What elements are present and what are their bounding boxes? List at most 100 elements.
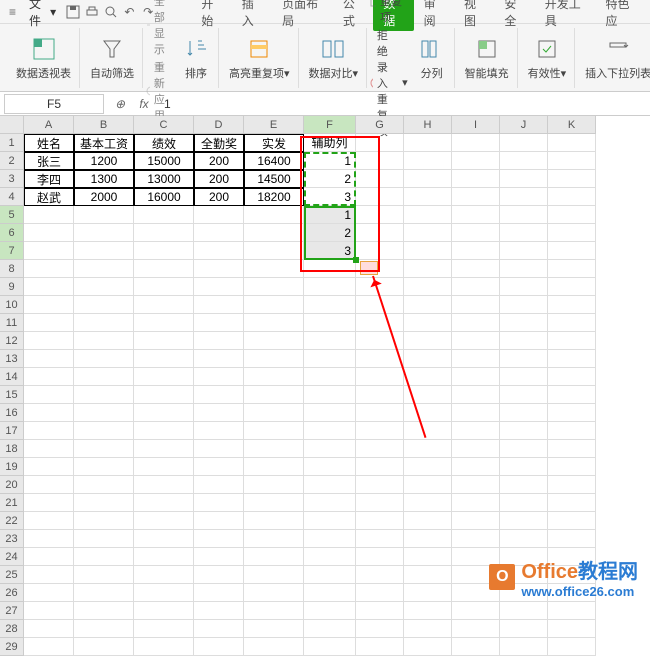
cell-G26[interactable]: [356, 584, 404, 602]
cell-H23[interactable]: [404, 530, 452, 548]
col-header-B[interactable]: B: [74, 116, 134, 134]
cell-G14[interactable]: [356, 368, 404, 386]
row-header-11[interactable]: 11: [0, 314, 24, 332]
cell-B13[interactable]: [74, 350, 134, 368]
cell-B17[interactable]: [74, 422, 134, 440]
row-header-6[interactable]: 6: [0, 224, 24, 242]
cell-J8[interactable]: [500, 260, 548, 278]
cell-D4[interactable]: 200: [194, 188, 244, 206]
cell-K13[interactable]: [548, 350, 596, 368]
cell-J13[interactable]: [500, 350, 548, 368]
tab-review[interactable]: 审阅: [414, 0, 454, 31]
ribbon-validation[interactable]: 有效性▾: [520, 28, 576, 88]
cell-B2[interactable]: 1200: [74, 152, 134, 170]
cell-C4[interactable]: 16000: [134, 188, 194, 206]
cell-A18[interactable]: [24, 440, 74, 458]
cell-D17[interactable]: [194, 422, 244, 440]
cell-K17[interactable]: [548, 422, 596, 440]
row-header-5[interactable]: 5: [0, 206, 24, 224]
cell-B22[interactable]: [74, 512, 134, 530]
cell-D26[interactable]: [194, 584, 244, 602]
cell-C9[interactable]: [134, 278, 194, 296]
cell-H17[interactable]: [404, 422, 452, 440]
cell-E13[interactable]: [244, 350, 304, 368]
cell-F6[interactable]: 2: [304, 224, 356, 242]
cell-A6[interactable]: [24, 224, 74, 242]
cell-H25[interactable]: [404, 566, 452, 584]
cell-K15[interactable]: [548, 386, 596, 404]
cell-K2[interactable]: [548, 152, 596, 170]
cell-F11[interactable]: [304, 314, 356, 332]
name-box[interactable]: F5: [4, 94, 104, 114]
cell-B6[interactable]: [74, 224, 134, 242]
cell-K10[interactable]: [548, 296, 596, 314]
cell-C22[interactable]: [134, 512, 194, 530]
cell-I8[interactable]: [452, 260, 500, 278]
cell-D15[interactable]: [194, 386, 244, 404]
cell-C10[interactable]: [134, 296, 194, 314]
cell-J5[interactable]: [500, 206, 548, 224]
cell-D3[interactable]: 200: [194, 170, 244, 188]
cell-I12[interactable]: [452, 332, 500, 350]
cell-I10[interactable]: [452, 296, 500, 314]
row-header-7[interactable]: 7: [0, 242, 24, 260]
cell-A15[interactable]: [24, 386, 74, 404]
cell-F25[interactable]: [304, 566, 356, 584]
cell-I11[interactable]: [452, 314, 500, 332]
cell-A2[interactable]: 张三: [24, 152, 74, 170]
cell-E15[interactable]: [244, 386, 304, 404]
cell-I20[interactable]: [452, 476, 500, 494]
cell-E17[interactable]: [244, 422, 304, 440]
cell-G2[interactable]: [356, 152, 404, 170]
cell-B11[interactable]: [74, 314, 134, 332]
cell-A7[interactable]: [24, 242, 74, 260]
cell-I28[interactable]: [452, 620, 500, 638]
cell-I29[interactable]: [452, 638, 500, 656]
cell-C20[interactable]: [134, 476, 194, 494]
tab-layout[interactable]: 页面布局: [272, 0, 333, 31]
tab-security[interactable]: 安全: [494, 0, 534, 31]
ribbon-pivot[interactable]: 数据透视表: [8, 28, 80, 88]
save-icon[interactable]: [64, 2, 83, 22]
cell-D16[interactable]: [194, 404, 244, 422]
cell-I27[interactable]: [452, 602, 500, 620]
cell-B15[interactable]: [74, 386, 134, 404]
ribbon-sort[interactable]: 排序: [174, 28, 219, 88]
cell-C18[interactable]: [134, 440, 194, 458]
cell-E27[interactable]: [244, 602, 304, 620]
cell-G17[interactable]: [356, 422, 404, 440]
col-header-J[interactable]: J: [500, 116, 548, 134]
cell-G22[interactable]: [356, 512, 404, 530]
cell-E10[interactable]: [244, 296, 304, 314]
cell-D22[interactable]: [194, 512, 244, 530]
cell-C3[interactable]: 13000: [134, 170, 194, 188]
cell-D9[interactable]: [194, 278, 244, 296]
cell-C24[interactable]: [134, 548, 194, 566]
cell-H1[interactable]: [404, 134, 452, 152]
cell-F4[interactable]: 3: [304, 188, 356, 206]
cell-C1[interactable]: 绩效: [134, 134, 194, 152]
cell-H10[interactable]: [404, 296, 452, 314]
cell-B26[interactable]: [74, 584, 134, 602]
cell-F13[interactable]: [304, 350, 356, 368]
cell-D20[interactable]: [194, 476, 244, 494]
cell-F27[interactable]: [304, 602, 356, 620]
cell-D21[interactable]: [194, 494, 244, 512]
cell-G18[interactable]: [356, 440, 404, 458]
col-header-I[interactable]: I: [452, 116, 500, 134]
cell-D7[interactable]: [194, 242, 244, 260]
cell-H2[interactable]: [404, 152, 452, 170]
cell-F9[interactable]: [304, 278, 356, 296]
cell-J20[interactable]: [500, 476, 548, 494]
tab-start[interactable]: 开始: [191, 0, 231, 31]
cell-G25[interactable]: [356, 566, 404, 584]
cell-K12[interactable]: [548, 332, 596, 350]
cell-K28[interactable]: [548, 620, 596, 638]
row-header-17[interactable]: 17: [0, 422, 24, 440]
cell-C28[interactable]: [134, 620, 194, 638]
row-header-8[interactable]: 8: [0, 260, 24, 278]
ribbon-highlight[interactable]: 高亮重复项▾: [221, 28, 299, 88]
cell-A5[interactable]: [24, 206, 74, 224]
cell-G4[interactable]: [356, 188, 404, 206]
cell-A27[interactable]: [24, 602, 74, 620]
